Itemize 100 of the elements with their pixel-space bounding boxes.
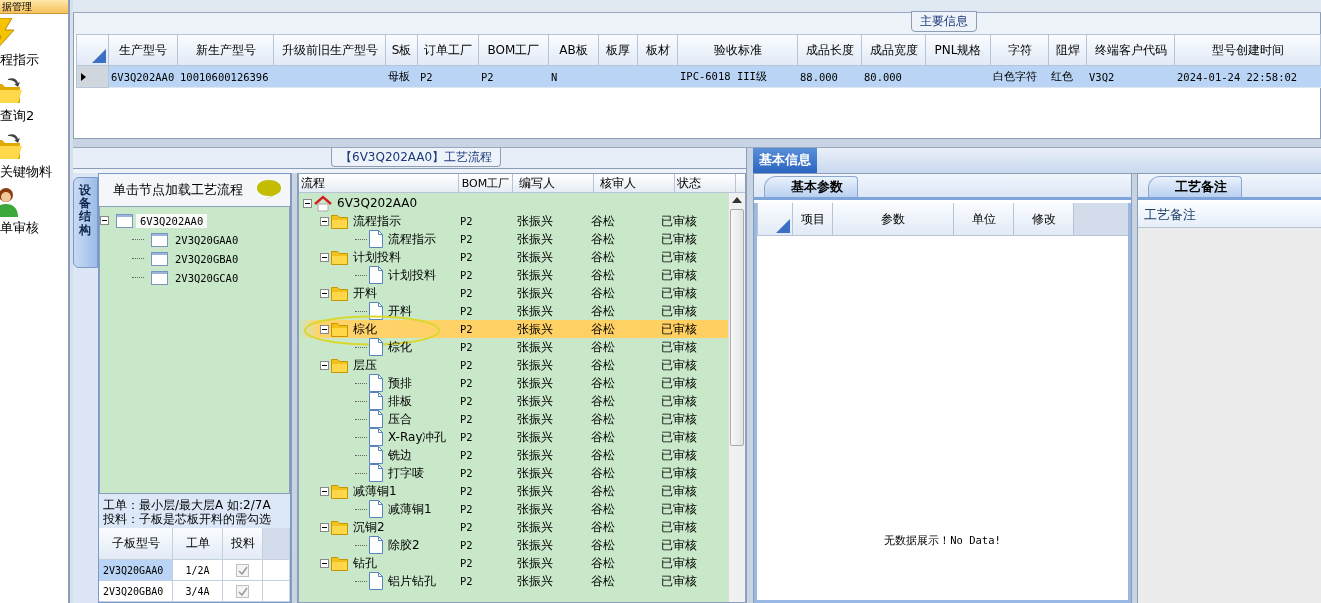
tree-row[interactable]: 计划投料 P2 张振兴 谷松 已审核 xyxy=(299,248,728,266)
column-header[interactable]: 订单工厂 xyxy=(418,34,479,66)
column-header[interactable]: 修改 xyxy=(1014,203,1074,235)
tree-row[interactable]: 压合 P2 张振兴 谷松 已审核 xyxy=(299,410,728,428)
tree-row[interactable]: 铣边 P2 张振兴 谷松 已审核 xyxy=(299,446,728,464)
column-header[interactable]: 板材 xyxy=(638,34,678,66)
tree-row[interactable]: 铝片钻孔 P2 张振兴 谷松 已审核 xyxy=(299,572,728,590)
collapse-icon[interactable] xyxy=(320,324,329,334)
tree-row[interactable]: 棕化 P2 张振兴 谷松 已审核 xyxy=(299,320,728,338)
column-header[interactable]: 验收标准 xyxy=(678,34,798,66)
column-header[interactable]: 项目 xyxy=(793,203,833,235)
tree-row[interactable]: 预排 P2 张振兴 谷松 已审核 xyxy=(299,374,728,392)
tree-row[interactable]: 减薄铜1 P2 张振兴 谷松 已审核 xyxy=(299,500,728,518)
params-tab[interactable]: 基本参数 xyxy=(764,176,858,197)
tree-row[interactable]: 钻孔 P2 张振兴 谷松 已审核 xyxy=(299,554,728,572)
column-header[interactable]: 投料 xyxy=(223,528,263,560)
structure-tab[interactable]: 设备结构 xyxy=(73,177,98,268)
tree-row[interactable]: 打字唛 P2 张振兴 谷松 已审核 xyxy=(299,464,728,482)
remarks-field[interactable] xyxy=(1138,228,1321,603)
tree-item[interactable]: 计划投料 xyxy=(388,266,436,284)
collapse-icon[interactable] xyxy=(320,252,329,262)
tree-item[interactable]: 棕化 xyxy=(388,338,412,356)
collapse-icon[interactable] xyxy=(320,522,329,532)
collapse-icon[interactable] xyxy=(100,216,109,225)
checkbox[interactable] xyxy=(236,563,249,577)
tree-item[interactable]: 开料 xyxy=(353,284,377,302)
tree-row[interactable]: X-Ray冲孔 P2 张振兴 谷松 已审核 xyxy=(299,428,728,446)
column-header[interactable]: 终端客户代码 xyxy=(1087,34,1175,66)
tree-item[interactable]: 2V3Q20GAA0 xyxy=(171,232,243,247)
tree-item[interactable]: 沉铜2 xyxy=(353,518,385,536)
tree-item[interactable]: 流程指示 xyxy=(388,230,436,248)
collapse-icon[interactable] xyxy=(320,288,329,298)
column-header[interactable]: 工单 xyxy=(173,528,223,560)
tree-row[interactable]: 开料 P2 张振兴 谷松 已审核 xyxy=(299,284,728,302)
tree-row[interactable]: 计划投料 P2 张振兴 谷松 已审核 xyxy=(299,266,728,284)
tree-row[interactable]: 6V3Q202AA0 xyxy=(299,194,728,212)
tree-item[interactable]: 铝片钻孔 xyxy=(388,572,436,590)
column-header[interactable]: 型号创建时间 xyxy=(1175,34,1321,66)
column-header[interactable]: AB板 xyxy=(549,34,599,66)
tree-row[interactable]: 层压 P2 张振兴 谷松 已审核 xyxy=(299,356,728,374)
collapse-icon[interactable] xyxy=(320,486,329,496)
tree-row[interactable]: 流程指示 P2 张振兴 谷松 已审核 xyxy=(299,230,728,248)
column-header[interactable]: 升级前旧生产型号 xyxy=(274,34,386,66)
remarks-tab[interactable]: 工艺备注 xyxy=(1148,176,1242,197)
tree-item[interactable]: 打字唛 xyxy=(388,464,424,482)
tree-item[interactable]: 2V3Q20GBA0 xyxy=(171,251,243,266)
collapse-icon[interactable] xyxy=(303,198,312,208)
tree-item[interactable]: 计划投料 xyxy=(353,248,401,266)
tree-item[interactable]: 6V3Q202AA0 xyxy=(337,196,418,210)
tree-item[interactable]: 除胶2 xyxy=(388,536,420,554)
tree-row[interactable]: 排板 P2 张振兴 谷松 已审核 xyxy=(299,392,728,410)
tree-row[interactable]: 沉铜2 P2 张振兴 谷松 已审核 xyxy=(299,518,728,536)
column-header[interactable]: 字符 xyxy=(991,34,1049,66)
tree-item[interactable]: 预排 xyxy=(388,374,412,392)
column-header[interactable]: 流程 xyxy=(299,174,459,192)
column-header[interactable]: BOM工厂 xyxy=(479,34,549,66)
tree-item[interactable]: 减薄铜1 xyxy=(388,500,432,518)
column-header[interactable]: 成品长度 xyxy=(798,34,862,66)
tree-row[interactable]: 除胶2 P2 张振兴 谷松 已审核 xyxy=(299,536,728,554)
tree-item[interactable]: 铣边 xyxy=(388,446,412,464)
tree-item[interactable]: 减薄铜1 xyxy=(353,482,397,500)
checkbox[interactable] xyxy=(236,584,249,598)
sidebar-item[interactable]: 程指示 xyxy=(0,52,68,68)
tree-item[interactable]: 开料 xyxy=(388,302,412,320)
column-header[interactable]: PNL规格 xyxy=(926,34,991,66)
column-header[interactable]: 单位 xyxy=(954,203,1014,235)
tree-row[interactable]: 减薄铜1 P2 张振兴 谷松 已审核 xyxy=(299,482,728,500)
tree-item[interactable]: 2V3Q20GCA0 xyxy=(171,270,243,285)
tree-row[interactable]: 流程指示 P2 张振兴 谷松 已审核 xyxy=(299,212,728,230)
tree-item[interactable]: 6V3Q202AA0 xyxy=(136,213,208,228)
scrollbar[interactable] xyxy=(728,193,745,602)
tree-item[interactable]: 层压 xyxy=(353,356,377,374)
sidebar-item[interactable]: 单审核 xyxy=(0,220,68,236)
sidebar-item[interactable]: 查询2 xyxy=(0,108,68,124)
column-header[interactable]: S板 xyxy=(386,34,418,66)
collapse-icon[interactable] xyxy=(320,216,329,226)
tree-row[interactable]: 开料 P2 张振兴 谷松 已审核 xyxy=(299,302,728,320)
collapse-icon[interactable] xyxy=(320,558,329,568)
column-header[interactable]: 阻焊 xyxy=(1049,34,1087,66)
column-header[interactable]: 板厚 xyxy=(599,34,638,66)
column-header[interactable]: 核审人 xyxy=(594,174,675,192)
tree-item[interactable]: 流程指示 xyxy=(353,212,401,230)
column-header[interactable]: 参数 xyxy=(833,203,954,235)
column-header[interactable]: 成品宽度 xyxy=(862,34,926,66)
tree-item[interactable]: 钻孔 xyxy=(353,554,377,572)
column-header[interactable]: BOM工厂 xyxy=(459,174,513,192)
column-header[interactable]: 新生产型号 xyxy=(178,34,274,66)
tab[interactable]: 基本信息 xyxy=(753,148,817,173)
column-header[interactable]: 编写人 xyxy=(513,174,594,192)
sidebar-item[interactable]: 关键物料 xyxy=(0,164,68,180)
tree-item[interactable]: 棕化 xyxy=(353,320,377,338)
column-header[interactable]: 生产型号 xyxy=(109,34,178,66)
tree-item[interactable]: 排板 xyxy=(388,392,412,410)
column-header[interactable]: 状态 xyxy=(675,174,736,192)
tree-item[interactable]: 压合 xyxy=(388,410,412,428)
collapse-icon[interactable] xyxy=(320,360,329,370)
tree-item[interactable]: X-Ray冲孔 xyxy=(388,428,447,446)
column-header[interactable]: 子板型号 xyxy=(99,528,173,560)
scroll-up-icon[interactable] xyxy=(732,197,742,203)
tree-row[interactable]: 棕化 P2 张振兴 谷松 已审核 xyxy=(299,338,728,356)
